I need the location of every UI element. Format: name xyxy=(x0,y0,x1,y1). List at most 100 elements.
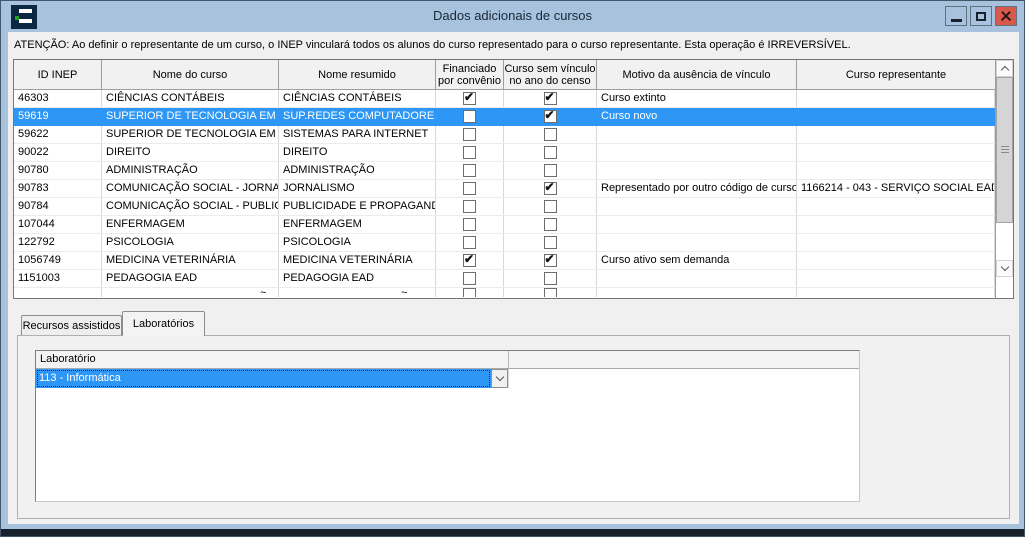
cell-representante xyxy=(797,288,995,297)
cell-nome-resumido: CIÊNCIAS CONTÁBEIS xyxy=(279,90,436,107)
checkbox[interactable] xyxy=(544,128,557,141)
checkbox[interactable] xyxy=(544,272,557,285)
column-header-sem-vinculo[interactable]: Curso sem vínculo no ano do censo xyxy=(504,60,597,89)
laboratorio-combobox[interactable]: 113 - Informática xyxy=(36,369,509,388)
cell-sem-vinculo xyxy=(504,252,597,269)
cell-sem-vinculo xyxy=(504,216,597,233)
combobox-dropdown-button[interactable] xyxy=(491,369,508,388)
cell-nome-curso: ~ xyxy=(102,288,279,297)
cell-id-inep: 90022 xyxy=(14,144,102,161)
laboratorio-header-spacer xyxy=(509,351,859,368)
cell-representante xyxy=(797,216,995,233)
checkbox[interactable] xyxy=(463,164,476,177)
table-row[interactable]: 1056749 MEDICINA VETERINÁRIA MEDICINA VE… xyxy=(14,252,995,270)
checkbox[interactable] xyxy=(463,110,476,123)
cell-nome-curso: PEDAGOGIA EAD xyxy=(102,270,279,287)
column-header-representante[interactable]: Curso representante xyxy=(797,60,995,89)
checkbox[interactable] xyxy=(463,182,476,195)
checkbox[interactable] xyxy=(463,254,476,267)
cell-id-inep: 1151003 xyxy=(14,270,102,287)
column-header-motivo[interactable]: Motivo da ausência de vínculo xyxy=(597,60,797,89)
checkbox[interactable] xyxy=(544,92,557,105)
checkbox[interactable] xyxy=(544,182,557,195)
checkbox[interactable] xyxy=(544,146,557,159)
table-row[interactable]: 59619 SUPERIOR DE TECNOLOGIA EM REDES DE… xyxy=(14,108,995,126)
table-row[interactable]: 122792 PSICOLOGIA PSICOLOGIA xyxy=(14,234,995,252)
column-header-nome-resumido[interactable]: Nome resumido xyxy=(279,60,436,89)
column-header-laboratorio[interactable]: Laboratório xyxy=(36,351,509,368)
cell-nome-resumido: PUBLICIDADE E PROPAGANDA xyxy=(279,198,436,215)
tab-recursos-assistidos[interactable]: Recursos assistidos xyxy=(21,315,122,335)
laboratorio-row[interactable]: 113 - Informática xyxy=(36,369,859,388)
checkbox[interactable] xyxy=(544,110,557,123)
close-icon xyxy=(1000,10,1012,22)
column-header-id-inep[interactable]: ID INEP xyxy=(14,60,102,89)
cell-financiado xyxy=(436,180,504,197)
checkbox[interactable] xyxy=(463,92,476,105)
checkbox[interactable] xyxy=(544,164,557,177)
cell-financiado xyxy=(436,162,504,179)
cell-representante xyxy=(797,234,995,251)
checkbox[interactable] xyxy=(544,200,557,213)
table-row[interactable]: 1151003 PEDAGOGIA EAD PEDAGOGIA EAD xyxy=(14,270,995,288)
cell-motivo xyxy=(597,288,797,297)
maximize-button[interactable] xyxy=(970,6,992,26)
cell-sem-vinculo xyxy=(504,180,597,197)
checkbox[interactable] xyxy=(463,146,476,159)
checkbox[interactable] xyxy=(544,236,557,249)
cell-nome-curso: COMUNICAÇÃO SOCIAL - PUBLICIDADE E PROPA… xyxy=(102,198,279,215)
scrollbar-thumb[interactable] xyxy=(996,77,1013,223)
checkbox[interactable] xyxy=(463,236,476,249)
cell-motivo xyxy=(597,198,797,215)
table-row[interactable]: 90784 COMUNICAÇÃO SOCIAL - PUBLICIDADE E… xyxy=(14,198,995,216)
checkbox[interactable] xyxy=(463,128,476,141)
scroll-up-button[interactable] xyxy=(996,60,1013,77)
cell-id-inep: 59622 xyxy=(14,126,102,143)
courses-table-main: ID INEP Nome do curso Nome resumido Fina… xyxy=(14,60,995,298)
cell-sem-vinculo xyxy=(504,126,597,143)
checkbox[interactable] xyxy=(463,288,476,297)
checkbox[interactable] xyxy=(544,288,557,297)
cell-financiado xyxy=(436,270,504,287)
checkbox[interactable] xyxy=(463,200,476,213)
cell-nome-curso: ENFERMAGEM xyxy=(102,216,279,233)
table-row[interactable]: 90783 COMUNICAÇÃO SOCIAL - JORNALISMO JO… xyxy=(14,180,995,198)
column-header-nome-curso[interactable]: Nome do curso xyxy=(102,60,279,89)
table-row[interactable]: 90022 DIREITO DIREITO xyxy=(14,144,995,162)
cell-id-inep: 1056749 xyxy=(14,252,102,269)
cell-sem-vinculo xyxy=(504,234,597,251)
cell-sem-vinculo xyxy=(504,288,597,297)
cell-id-inep: 107044 xyxy=(14,216,102,233)
table-row[interactable]: 90780 ADMINISTRAÇÃO ADMINISTRAÇÃO xyxy=(14,162,995,180)
tab-laboratorios[interactable]: Laboratórios xyxy=(122,311,205,336)
cell-nome-curso: SUPERIOR DE TECNOLOGIA EM SISTEMAS PARA … xyxy=(102,126,279,143)
courses-table: ID INEP Nome do curso Nome resumido Fina… xyxy=(13,59,1014,299)
checkbox[interactable] xyxy=(463,272,476,285)
minimize-button[interactable] xyxy=(945,6,967,26)
cell-nome-curso: SUPERIOR DE TECNOLOGIA EM REDES DE COMPU… xyxy=(102,108,279,125)
close-button[interactable] xyxy=(995,6,1017,26)
checkbox[interactable] xyxy=(544,218,557,231)
title-bar[interactable]: Dados adicionais de cursos xyxy=(1,1,1024,32)
chevron-down-icon xyxy=(1000,263,1008,271)
chevron-down-icon xyxy=(495,373,503,381)
table-row[interactable]: 59622 SUPERIOR DE TECNOLOGIA EM SISTEMAS… xyxy=(14,126,995,144)
table-row[interactable]: 107044 ENFERMAGEM ENFERMAGEM xyxy=(14,216,995,234)
cell-representante xyxy=(797,90,995,107)
cell-nome-resumido: ADMINISTRAÇÃO xyxy=(279,162,436,179)
checkbox[interactable] xyxy=(463,218,476,231)
laboratorio-selected-value[interactable]: 113 - Informática xyxy=(36,369,491,388)
cell-motivo xyxy=(597,216,797,233)
vertical-scrollbar[interactable] xyxy=(995,60,1013,298)
scroll-down-button[interactable] xyxy=(996,260,1013,277)
cell-motivo: Curso extinto xyxy=(597,90,797,107)
cell-representante xyxy=(797,198,995,215)
column-header-financiado[interactable]: Financiado por convênio xyxy=(436,60,504,89)
table-row[interactable]: 46303 CIÊNCIAS CONTÁBEIS CIÊNCIAS CONTÁB… xyxy=(14,90,995,108)
checkbox[interactable] xyxy=(544,254,557,267)
cell-financiado xyxy=(436,126,504,143)
cell-nome-resumido: PEDAGOGIA EAD xyxy=(279,270,436,287)
table-row[interactable]: ~ ~ xyxy=(14,288,995,297)
window-title: Dados adicionais de cursos xyxy=(1,8,1024,23)
cell-financiado xyxy=(436,234,504,251)
